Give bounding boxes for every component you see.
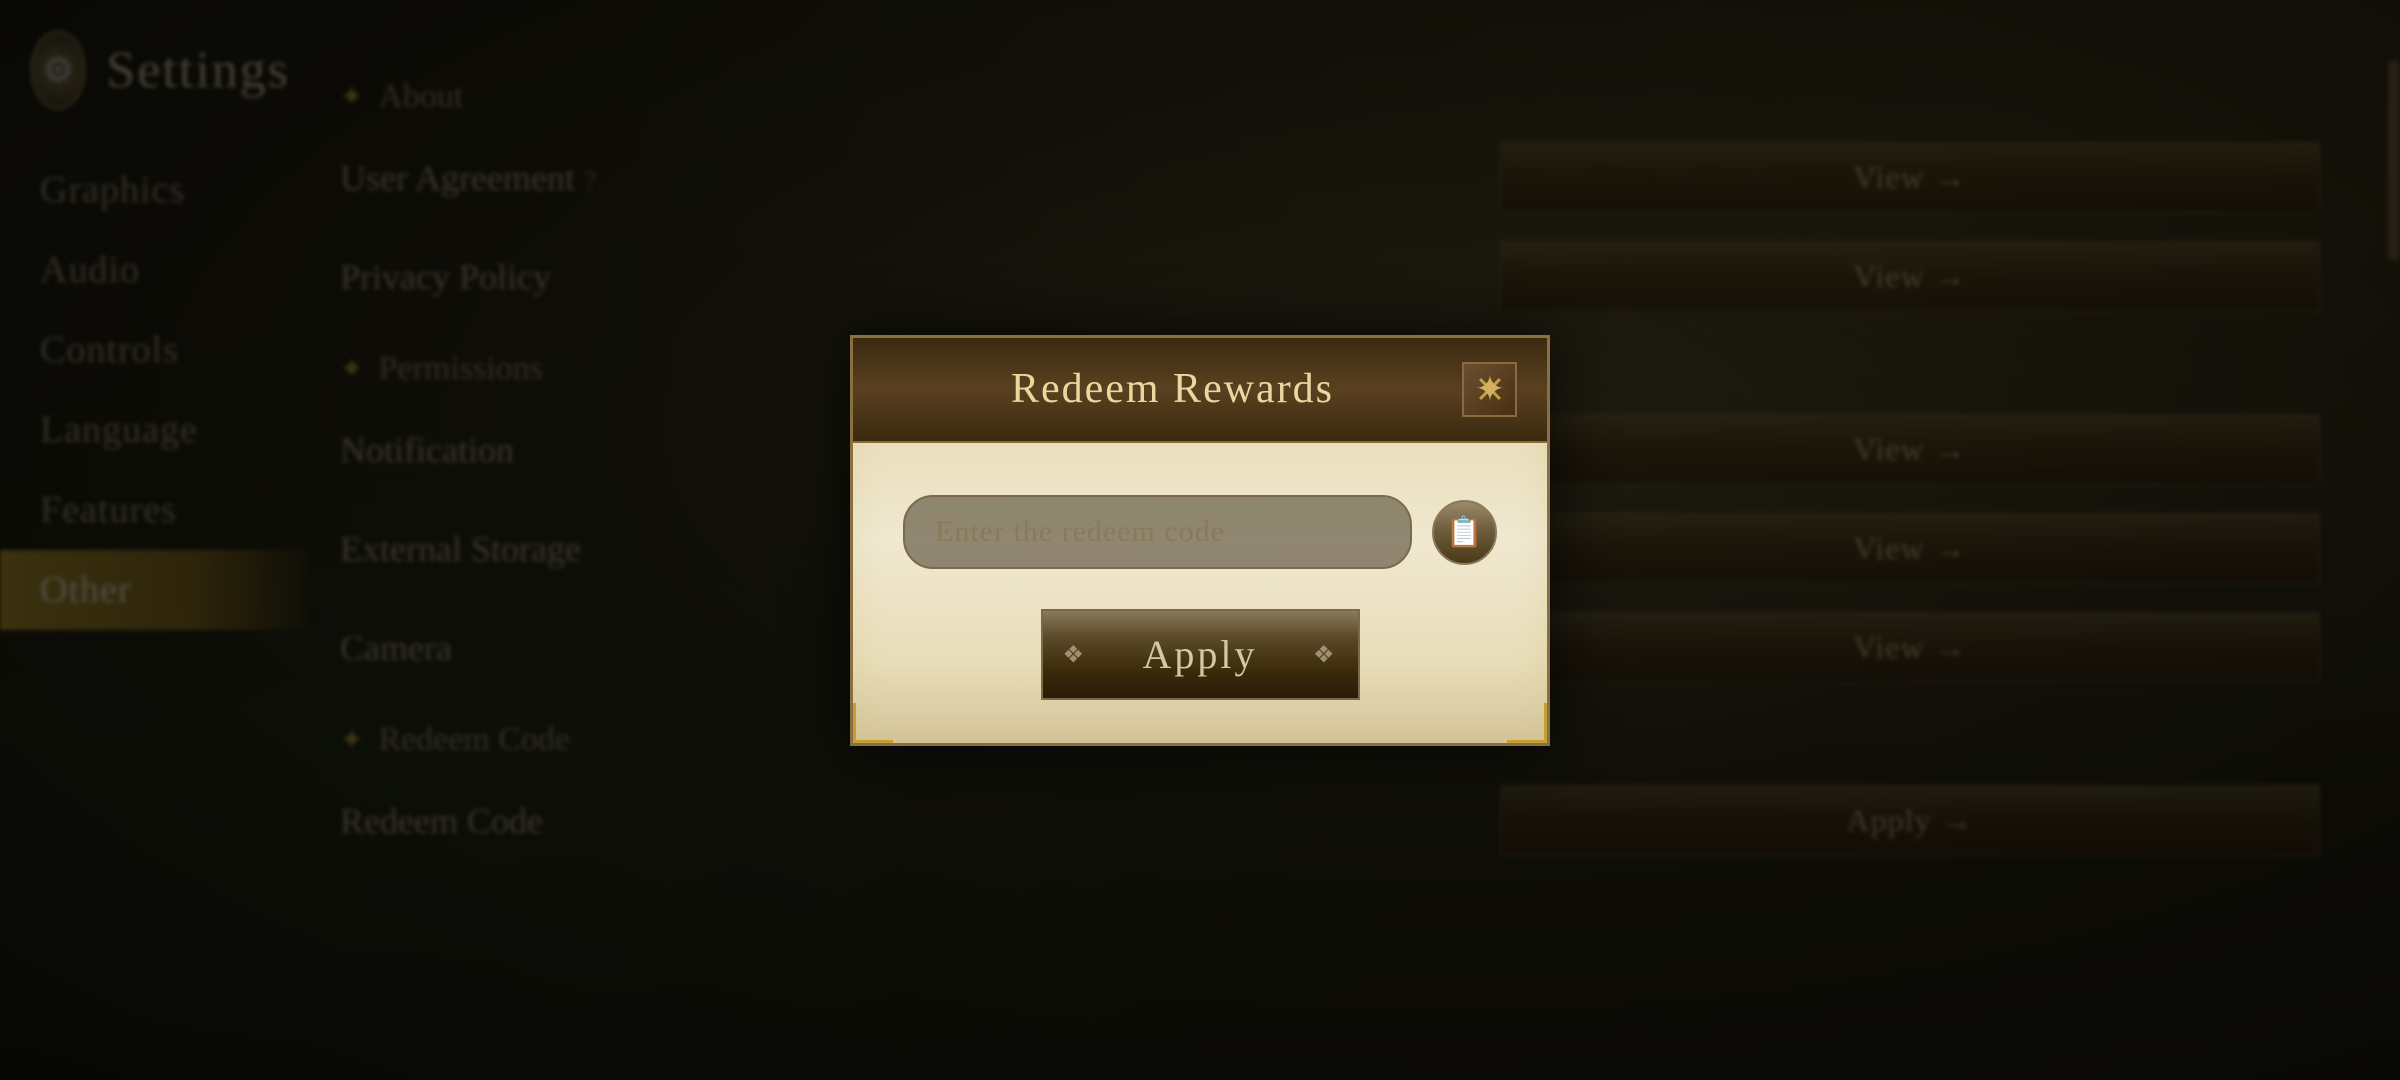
redeem-code-input[interactable] bbox=[903, 495, 1412, 569]
modal-header: Redeem Rewards ✦ bbox=[853, 338, 1547, 443]
modal-body: 📋 Apply bbox=[853, 443, 1547, 743]
redeem-input-row: 📋 bbox=[903, 495, 1497, 569]
corner-br bbox=[1507, 703, 1547, 743]
paste-button[interactable]: 📋 bbox=[1432, 500, 1497, 565]
star-decoration: ✦ bbox=[1475, 368, 1505, 410]
modal-close-button[interactable]: ✦ bbox=[1462, 362, 1517, 417]
corner-bl bbox=[853, 703, 893, 743]
modal-apply-button[interactable]: Apply bbox=[1041, 609, 1360, 700]
modal-overlay[interactable]: Redeem Rewards ✦ 📋 Apply bbox=[0, 0, 2400, 1080]
redeem-rewards-modal: Redeem Rewards ✦ 📋 Apply bbox=[850, 335, 1550, 746]
paste-icon: 📋 bbox=[1446, 515, 1483, 550]
modal-title: Redeem Rewards bbox=[883, 365, 1462, 413]
